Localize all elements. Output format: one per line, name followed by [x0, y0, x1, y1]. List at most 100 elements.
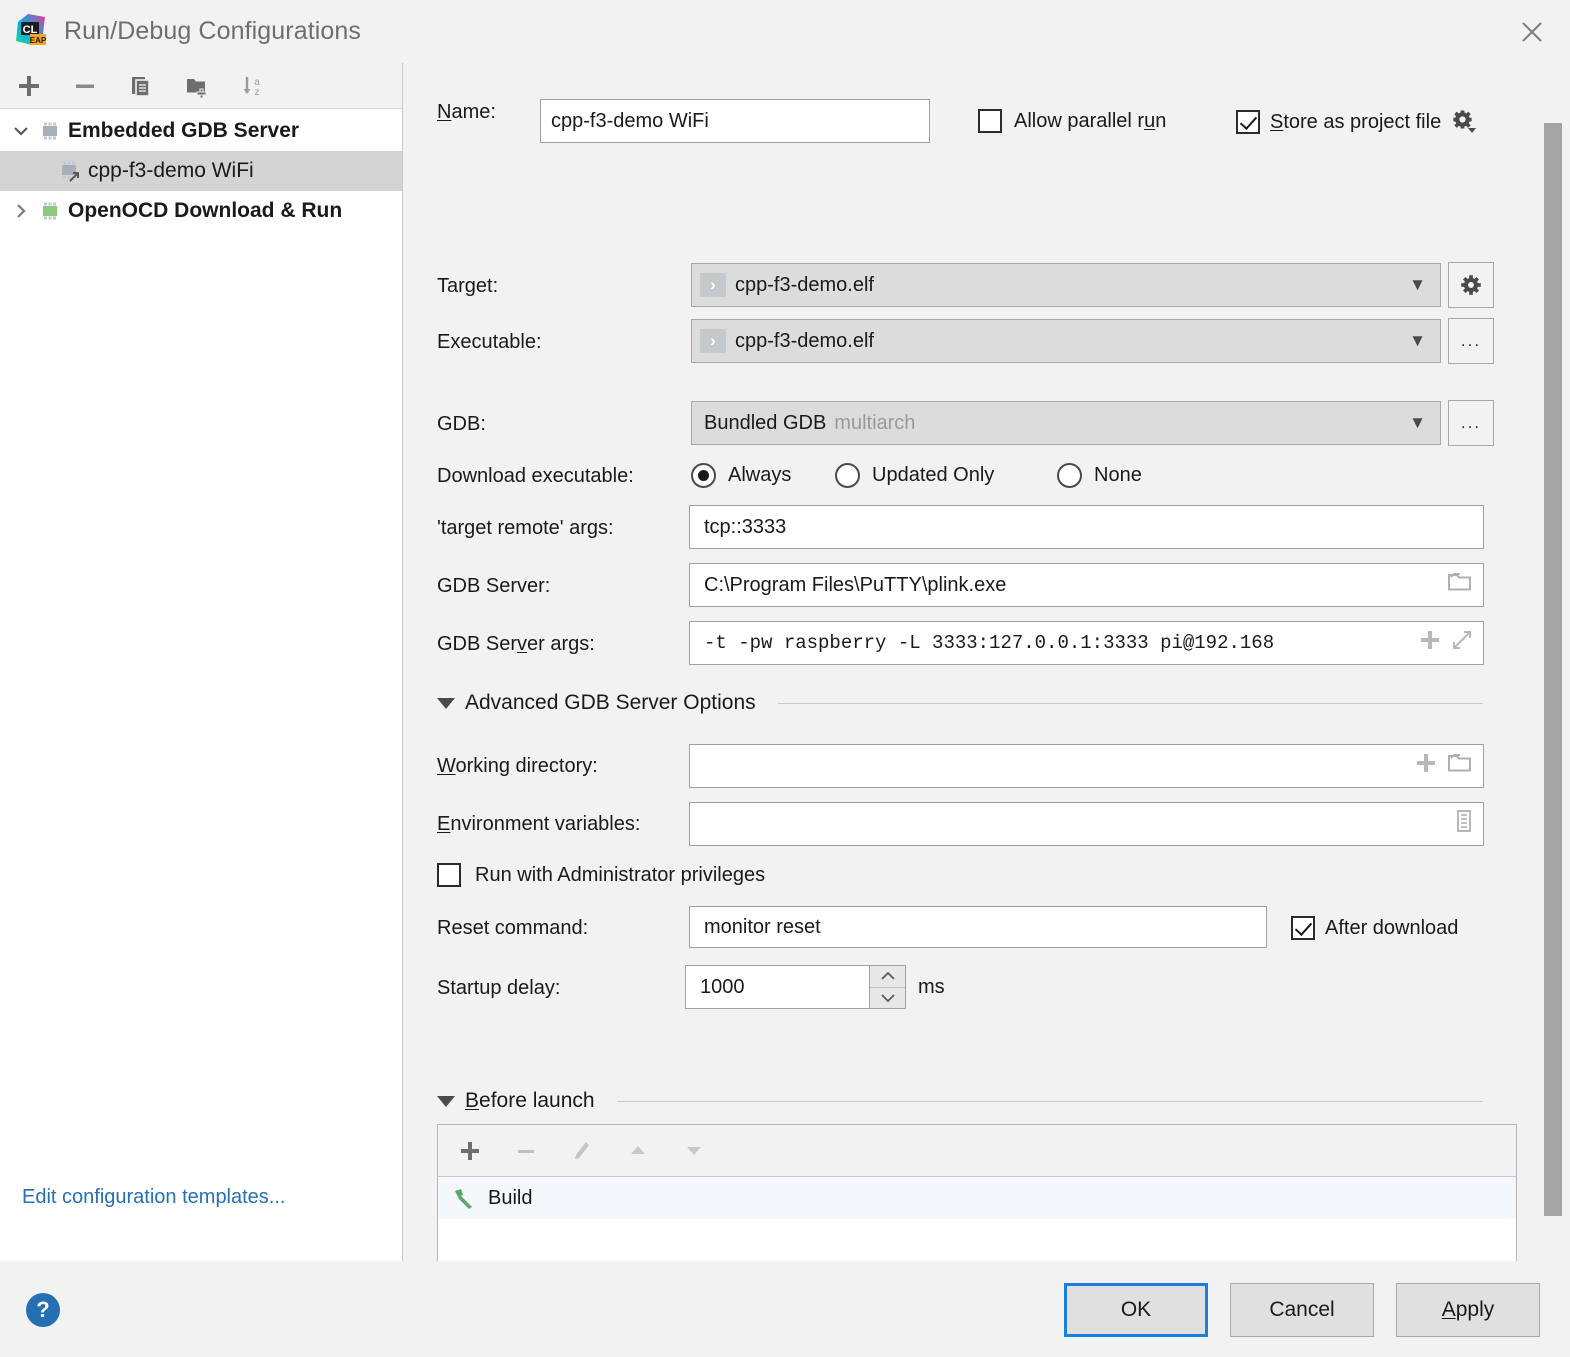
name-row: Name:	[437, 101, 496, 124]
startup-delay-input[interactable]: 1000	[685, 965, 870, 1009]
gdb-browse-button[interactable]: ...	[1448, 400, 1494, 446]
after-download-checkbox[interactable]	[1291, 916, 1315, 940]
ok-button[interactable]: OK	[1064, 1283, 1208, 1337]
environment-variables-input[interactable]	[689, 802, 1484, 846]
store-as-project-file-checkbox[interactable]	[1236, 110, 1260, 134]
chevron-right-icon[interactable]	[6, 196, 36, 226]
chevron-down-icon[interactable]	[870, 987, 905, 1009]
executable-combobox[interactable]: › cpp-f3-demo.elf ▼	[691, 319, 1441, 363]
target-remote-args-value: tcp::3333	[704, 516, 786, 539]
expand-icon[interactable]	[1451, 629, 1473, 657]
gear-dropdown-icon[interactable]	[1451, 109, 1477, 135]
elf-icon: ›	[700, 329, 726, 353]
executable-browse-button[interactable]: ...	[1448, 318, 1494, 364]
folder-icon[interactable]	[1447, 752, 1473, 780]
download-option-none[interactable]: None	[1057, 463, 1142, 488]
remove-configuration-button[interactable]	[68, 69, 102, 103]
dialog-footer: ? OK Cancel Apply	[0, 1261, 1570, 1357]
run-with-admin-privileges-row[interactable]: Run with Administrator privileges	[437, 863, 765, 887]
radio-updated-only-label: Updated Only	[872, 464, 994, 487]
chip-gray-icon	[36, 117, 64, 145]
before-launch-task-label: Build	[488, 1187, 532, 1210]
radio-updated-only[interactable]	[835, 463, 860, 488]
gdb-row: GDB:	[437, 413, 486, 436]
sidebar-toolbar: a z	[0, 63, 402, 109]
pencil-icon[interactable]	[566, 1135, 598, 1167]
target-combobox[interactable]: › cpp-f3-demo.elf ▼	[691, 263, 1441, 307]
after-download-label: After download	[1325, 917, 1458, 940]
target-settings-button[interactable]	[1448, 262, 1494, 308]
startup-delay-stepper[interactable]	[870, 965, 906, 1009]
form-scrollbar-thumb[interactable]	[1544, 123, 1562, 1216]
gdb-combobox[interactable]: Bundled GDB multiarch ▼	[691, 401, 1441, 445]
tree-item-cpp-f3-demo-wifi[interactable]: cpp-f3-demo WiFi	[0, 151, 402, 191]
arrow-down-icon[interactable]	[678, 1135, 710, 1167]
executable-row: Executable:	[437, 331, 542, 354]
target-remote-args-label: 'target remote' args:	[437, 517, 614, 540]
run-with-admin-privileges-checkbox[interactable]	[437, 863, 461, 887]
startup-delay-value: 1000	[700, 976, 745, 999]
chevron-down-icon[interactable]: ▼	[1409, 275, 1432, 295]
plus-icon[interactable]	[1419, 629, 1441, 657]
name-input[interactable]: cpp-f3-demo WiFi	[540, 99, 930, 143]
folder-icon[interactable]	[1447, 571, 1473, 599]
before-launch-section[interactable]: Before launch	[437, 1089, 1483, 1113]
form-scrollbar[interactable]	[1538, 63, 1570, 1261]
allow-parallel-run-checkbox[interactable]	[978, 109, 1002, 133]
radio-always[interactable]	[691, 463, 716, 488]
triangle-down-icon[interactable]	[437, 698, 455, 709]
help-button[interactable]: ?	[26, 1293, 60, 1327]
store-as-project-file-row[interactable]: Store as project file	[1236, 109, 1477, 135]
download-option-updated-only[interactable]: Updated Only	[835, 463, 994, 488]
advanced-section-label: Advanced GDB Server Options	[465, 691, 756, 715]
allow-parallel-run-row[interactable]: Allow parallel run	[978, 109, 1166, 133]
tree-group-openocd-download-run[interactable]: OpenOCD Download & Run	[0, 191, 402, 231]
target-remote-args-input[interactable]: tcp::3333	[689, 505, 1484, 549]
plus-icon[interactable]	[1415, 752, 1437, 780]
remove-task-button[interactable]	[510, 1135, 542, 1167]
create-folder-button[interactable]	[180, 69, 214, 103]
download-executable-row: Download executable:	[437, 465, 634, 488]
add-task-button[interactable]	[454, 1135, 486, 1167]
working-directory-label: Working directory:	[437, 755, 598, 778]
gdb-server-args-input[interactable]: -t -pw raspberry -L 3333:127.0.0.1:3333 …	[689, 621, 1484, 665]
chevron-down-icon[interactable]: ▼	[1409, 413, 1432, 433]
copy-configuration-button[interactable]	[124, 69, 158, 103]
dialog-body: a z	[0, 62, 1570, 1261]
hammer-icon	[452, 1186, 476, 1210]
gdb-server-label: GDB Server:	[437, 575, 550, 598]
before-launch-toolbar	[438, 1125, 1516, 1177]
cancel-button[interactable]: Cancel	[1230, 1283, 1374, 1337]
before-launch-task-build[interactable]: Build	[438, 1177, 1516, 1219]
download-option-always[interactable]: Always	[691, 463, 791, 488]
chevron-down-icon[interactable]: ▼	[1409, 331, 1432, 351]
configurations-tree: Embedded GDB Server	[0, 109, 402, 1261]
reset-command-input[interactable]: monitor reset	[689, 906, 1267, 948]
chevron-up-icon[interactable]	[870, 966, 905, 987]
chevron-down-icon[interactable]	[6, 116, 36, 146]
close-icon[interactable]	[1512, 12, 1552, 52]
list-icon[interactable]	[1455, 809, 1473, 839]
sort-configurations-button[interactable]: a z	[236, 69, 270, 103]
gdb-server-args-row: GDB Server args:	[437, 633, 595, 656]
after-download-row[interactable]: After download	[1291, 916, 1458, 940]
tree-group-embedded-gdb-server[interactable]: Embedded GDB Server	[0, 111, 402, 151]
gdb-server-args-value: -t -pw raspberry -L 3333:127.0.0.1:3333 …	[704, 632, 1274, 654]
clion-eap-logo-icon: CL EAP	[12, 12, 50, 50]
advanced-gdb-server-options-section[interactable]: Advanced GDB Server Options	[437, 691, 1483, 715]
triangle-down-icon[interactable]	[437, 1096, 455, 1107]
startup-delay-spinner[interactable]: 1000 ms	[685, 965, 945, 1009]
add-configuration-button[interactable]	[12, 69, 46, 103]
gdb-server-value: C:\Program Files\PuTTY\plink.exe	[704, 574, 1006, 597]
radio-always-label: Always	[728, 464, 791, 487]
edit-configuration-templates-link[interactable]: Edit configuration templates...	[22, 1186, 285, 1209]
arrow-up-icon[interactable]	[622, 1135, 654, 1167]
tree-group-label: OpenOCD Download & Run	[68, 199, 342, 223]
gdb-server-input[interactable]: C:\Program Files\PuTTY\plink.exe	[689, 563, 1484, 607]
apply-button[interactable]: Apply	[1396, 1283, 1540, 1337]
radio-none[interactable]	[1057, 463, 1082, 488]
working-directory-input[interactable]	[689, 744, 1484, 788]
store-as-project-file-label: Store as project file	[1270, 111, 1441, 134]
tree-group-label: Embedded GDB Server	[68, 119, 299, 143]
configuration-form: Name: cpp-f3-demo WiFi Allow parallel ru…	[403, 63, 1538, 1261]
